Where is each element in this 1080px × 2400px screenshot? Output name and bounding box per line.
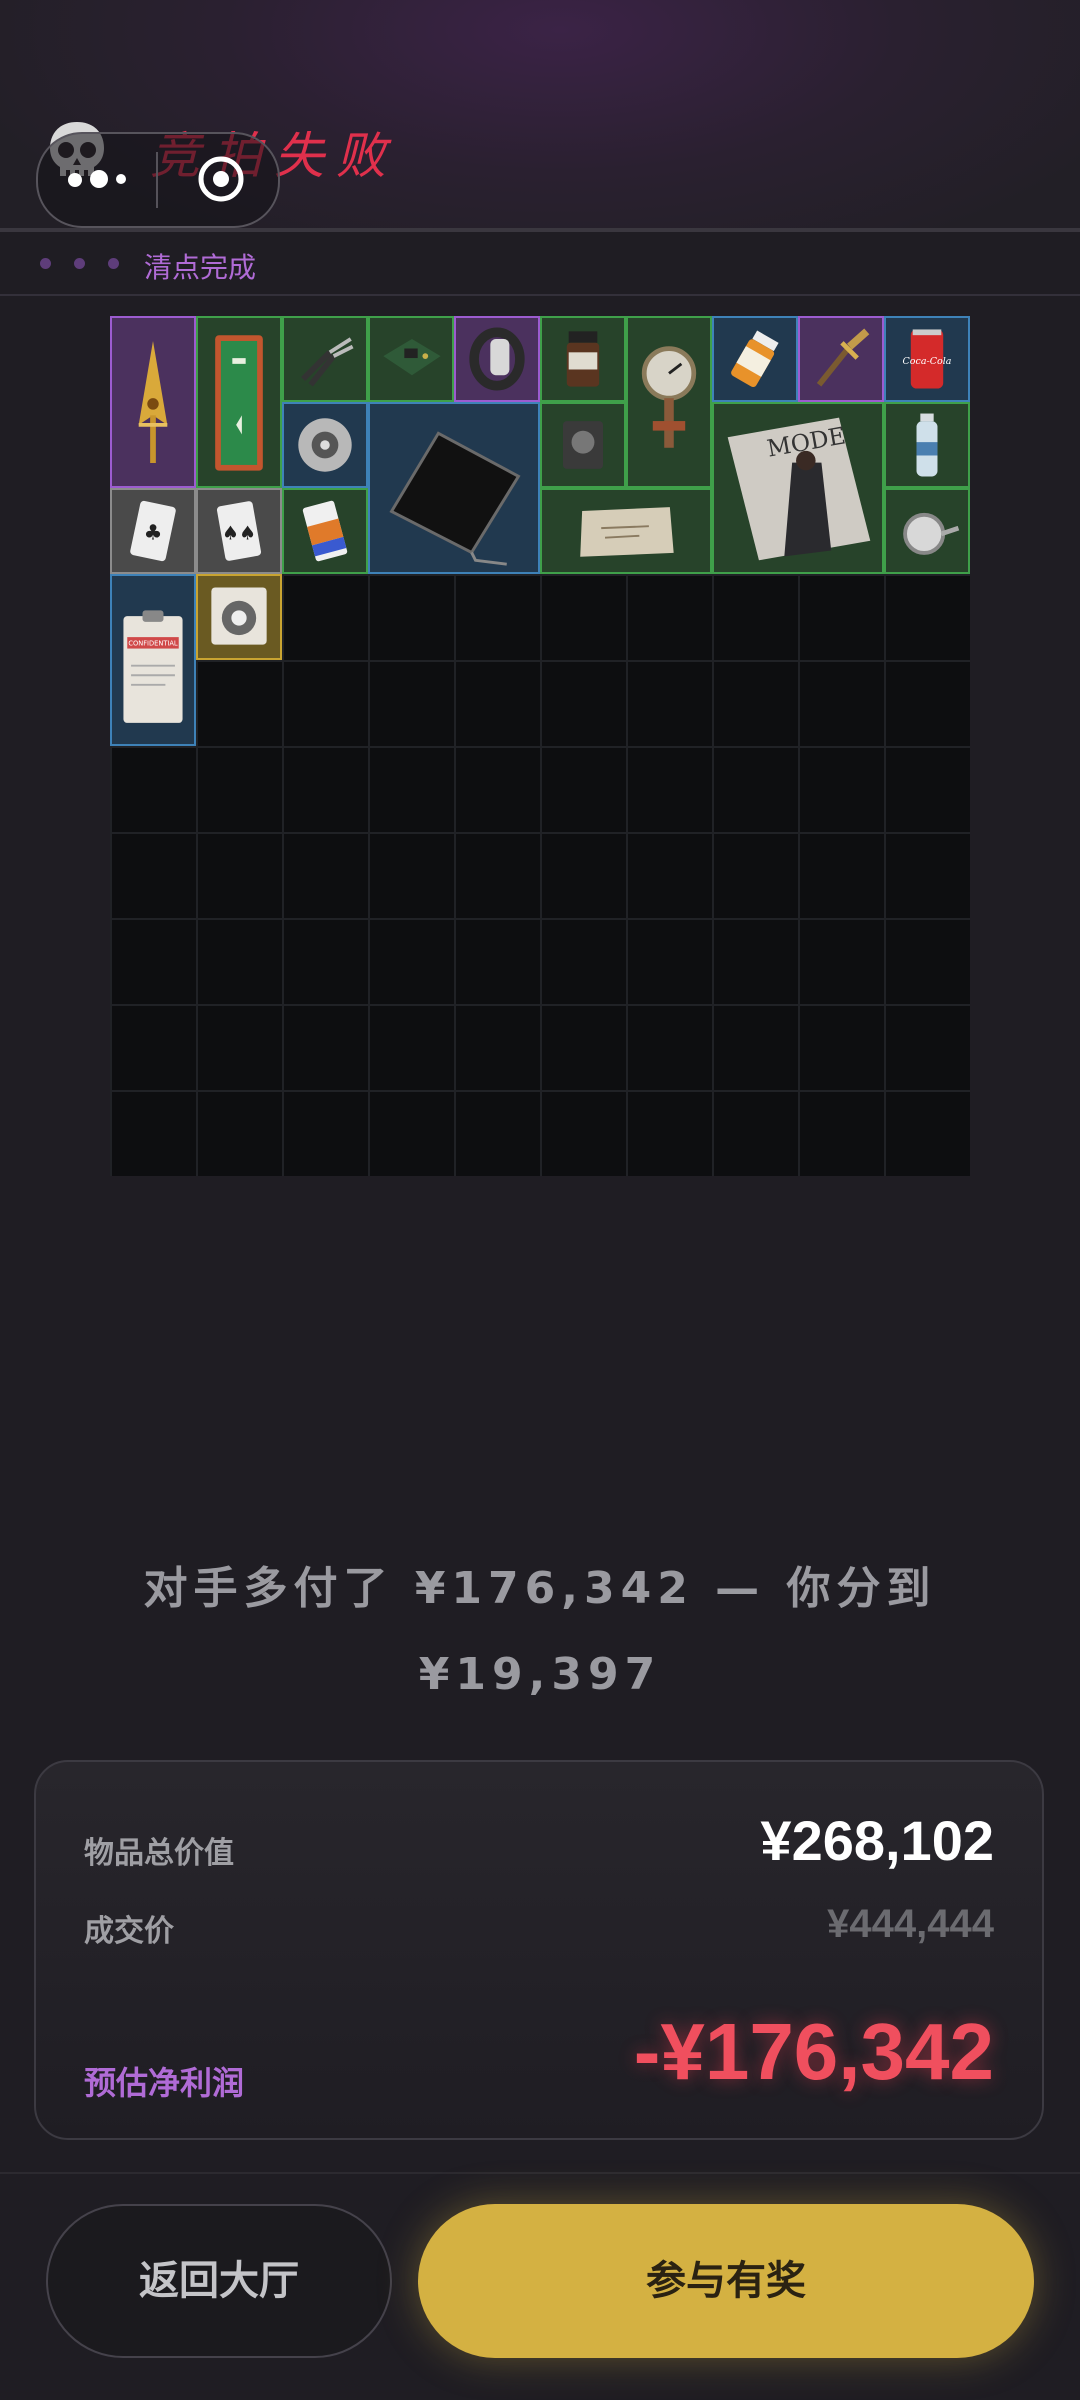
deal-price-label: 成交价 — [84, 1914, 174, 1949]
result-message: 对手多付了 ¥176,342 — 你分到 ¥19,397 — [120, 1546, 960, 1718]
inventory-item-confidential-clipboard[interactable]: CONFIDENTIAL — [110, 574, 196, 746]
total-value-label: 物品总价值 — [84, 1836, 234, 1871]
inventory-item-tablet[interactable] — [368, 402, 540, 574]
join-prize-button[interactable]: 参与有奖 — [418, 2204, 1034, 2358]
inventory-item-disc-drive[interactable] — [282, 402, 368, 488]
inventory-item-old-map[interactable] — [540, 488, 712, 574]
inventory-item-playing-card-a[interactable]: ♣ — [110, 488, 196, 574]
inventory-item-ornate-dagger[interactable] — [798, 316, 884, 402]
inventory-item-safe-dial[interactable] — [196, 574, 282, 660]
status-text: 清点完成 — [144, 251, 257, 284]
inventory-item-pliers[interactable] — [282, 316, 368, 402]
more-dots-icon[interactable] — [68, 170, 132, 188]
svg-text:♣: ♣ — [144, 521, 163, 545]
inventory-grid: Coca-Cola MODE ♣ ♠♠ CONFIDENTIAL — [110, 316, 970, 1176]
svg-text:Coca-Cola: Coca-Cola — [903, 356, 952, 367]
inventory-item-battery[interactable] — [282, 488, 368, 574]
inventory-item-playing-card-b[interactable]: ♠♠ — [196, 488, 282, 574]
result-message-line1: 对手多付了 ¥176,342 — 你分到 — [143, 1563, 937, 1614]
net-profit-value: -¥176,342 — [633, 2007, 994, 2096]
svg-text:♠♠: ♠♠ — [222, 523, 256, 545]
status-divider — [0, 294, 1080, 296]
inventory-item-circuit-board[interactable] — [368, 316, 454, 402]
mini-program-capsule — [36, 132, 280, 228]
inventory-item-gold-pendant[interactable] — [110, 316, 196, 488]
summary-panel: 物品总价值 ¥268,102 成交价 ¥444,444 预估净利润 -¥176,… — [34, 1760, 1044, 2140]
capsule-divider — [156, 152, 158, 208]
inventory-item-fashion-magazine[interactable]: MODE — [712, 402, 884, 574]
inventory-item-water-bottle[interactable] — [884, 402, 970, 488]
result-message-line2: ¥19,397 — [418, 1649, 662, 1700]
deal-price-value: ¥444,444 — [827, 1902, 994, 1946]
inventory-item-pressure-gauge[interactable] — [626, 316, 712, 488]
inventory-item-smart-watch[interactable] — [454, 316, 540, 402]
inventory-item-hard-drive[interactable] — [540, 402, 626, 488]
svg-text:CONFIDENTIAL: CONFIDENTIAL — [128, 640, 178, 648]
total-value: ¥268,102 — [760, 1809, 994, 1872]
footer-divider — [0, 2172, 1080, 2174]
inventory-item-first-aid-cabinet[interactable] — [196, 316, 282, 488]
net-profit-label: 预估净利润 — [84, 2064, 245, 2102]
target-circle-icon[interactable] — [196, 154, 246, 204]
inventory-item-medicine-jar[interactable] — [540, 316, 626, 402]
return-lobby-button[interactable]: 返回大厅 — [46, 2204, 392, 2358]
inventory-item-soda-can[interactable]: Coca-Cola — [884, 316, 970, 402]
inventory-item-pill-bottle[interactable] — [712, 316, 798, 402]
header-divider — [0, 228, 1080, 232]
inventory-item-thermometer-dial[interactable] — [884, 488, 970, 574]
